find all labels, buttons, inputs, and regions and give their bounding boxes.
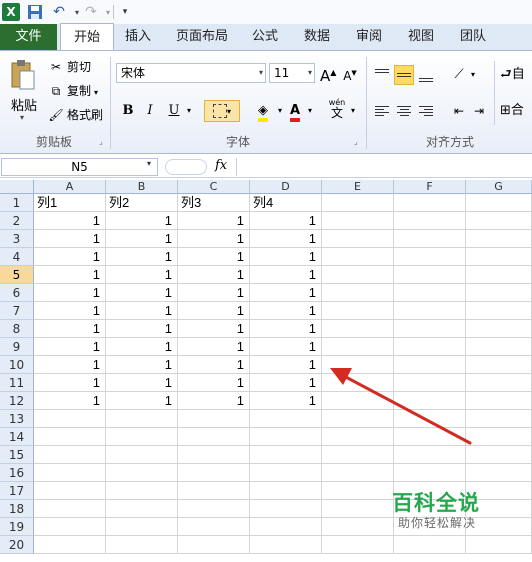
annotation-arrow-icon xyxy=(330,368,472,445)
watermark-subtitle: 助你轻松解决 xyxy=(398,516,477,530)
watermark-title: 百科全说 xyxy=(392,491,480,515)
